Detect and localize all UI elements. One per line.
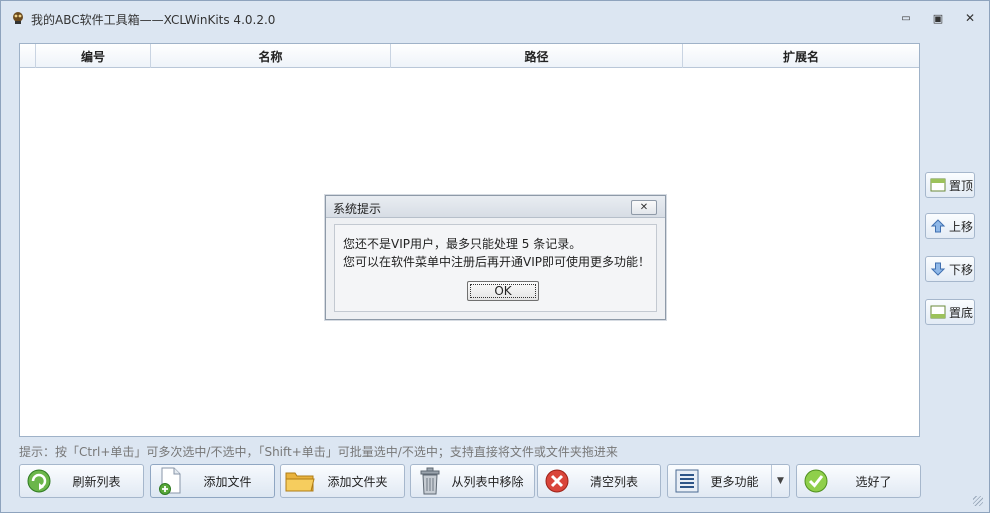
move-down-button[interactable]: 下移	[925, 256, 975, 282]
column-header-checkbox[interactable]	[20, 44, 36, 68]
dialog-title: 系统提示	[333, 202, 382, 216]
move-bottom-label: 置底	[949, 305, 974, 320]
title-bar: 我的ABC软件工具箱——XCLWinKits 4.0.2.0 ▭ ▣ ✕	[1, 1, 989, 35]
clear-icon	[545, 469, 569, 493]
resize-grip[interactable]	[973, 496, 983, 506]
add-folder-button[interactable]: 添加文件夹	[280, 464, 405, 498]
column-header-number[interactable]: 编号	[36, 44, 151, 68]
refresh-icon	[27, 469, 51, 493]
add-file-button[interactable]: 添加文件	[150, 464, 275, 498]
done-label: 选好了	[855, 474, 892, 489]
maximize-button[interactable]: ▣	[929, 10, 947, 26]
remove-from-list-label: 从列表中移除	[451, 474, 524, 489]
close-button[interactable]: ✕	[961, 10, 979, 26]
refresh-list-button[interactable]: 刷新列表	[19, 464, 144, 498]
move-bottom-button[interactable]: 置底	[925, 299, 975, 325]
minimize-button[interactable]: ▭	[897, 10, 915, 26]
trash-icon	[420, 467, 440, 495]
move-bottom-icon	[930, 305, 946, 319]
close-icon: ✕	[639, 202, 649, 213]
arrow-down-icon	[930, 262, 946, 276]
done-button[interactable]: 选好了	[796, 464, 921, 498]
minimize-icon: ▭	[901, 12, 911, 24]
move-down-label: 下移	[949, 262, 974, 277]
file-list-header: 编号 名称 路径 扩展名	[20, 44, 919, 68]
remove-from-list-button[interactable]: 从列表中移除	[410, 464, 535, 498]
add-file-label: 添加文件	[203, 474, 252, 489]
list-menu-icon	[675, 469, 699, 493]
column-header-extension[interactable]: 扩展名	[683, 44, 919, 68]
move-top-icon	[930, 178, 946, 192]
window-title: 我的ABC软件工具箱——XCLWinKits 4.0.2.0	[31, 13, 276, 27]
arrow-up-icon	[930, 219, 946, 233]
close-icon: ✕	[964, 11, 976, 25]
maximize-icon: ▣	[932, 11, 944, 25]
app-logo-icon	[13, 12, 23, 24]
move-up-label: 上移	[949, 219, 974, 234]
system-prompt-dialog: 系统提示 ✕ 您还不是VIP用户，最多只能处理 5 条记录。 您可以在软件菜单中…	[325, 195, 666, 320]
dialog-message-line1: 您还不是VIP用户，最多只能处理 5 条记录。	[343, 237, 582, 251]
add-folder-label: 添加文件夹	[327, 474, 388, 489]
move-top-button[interactable]: 置顶	[925, 172, 975, 198]
chevron-down-icon[interactable]: ▼	[771, 465, 789, 497]
more-functions-button[interactable]: 更多功能 ▼	[667, 464, 790, 498]
refresh-list-label: 刷新列表	[72, 474, 121, 489]
column-header-path[interactable]: 路径	[391, 44, 683, 68]
usage-hint: 提示：按「Ctrl+单击」可多次选中/不选中，「Shift+单击」可批量选中/不…	[19, 445, 618, 459]
clear-list-label: 清空列表	[589, 474, 638, 489]
clear-list-button[interactable]: 清空列表	[537, 464, 661, 498]
check-icon	[804, 469, 828, 493]
add-file-icon	[159, 467, 181, 495]
dialog-title-bar: 系统提示 ✕	[326, 196, 665, 218]
folder-icon	[285, 472, 315, 492]
move-top-label: 置顶	[949, 178, 974, 193]
move-up-button[interactable]: 上移	[925, 213, 975, 239]
dialog-message-line2: 您可以在软件菜单中注册后再开通VIP即可使用更多功能！	[343, 255, 650, 269]
column-header-name[interactable]: 名称	[151, 44, 391, 68]
dialog-close-button[interactable]: ✕	[631, 200, 657, 215]
more-functions-label: 更多功能	[710, 474, 759, 489]
dialog-body: 您还不是VIP用户，最多只能处理 5 条记录。 您可以在软件菜单中注册后再开通V…	[334, 224, 657, 312]
dialog-ok-button[interactable]: OK	[467, 281, 539, 301]
main-window: 我的ABC软件工具箱——XCLWinKits 4.0.2.0 ▭ ▣ ✕ 编号 …	[0, 0, 990, 513]
